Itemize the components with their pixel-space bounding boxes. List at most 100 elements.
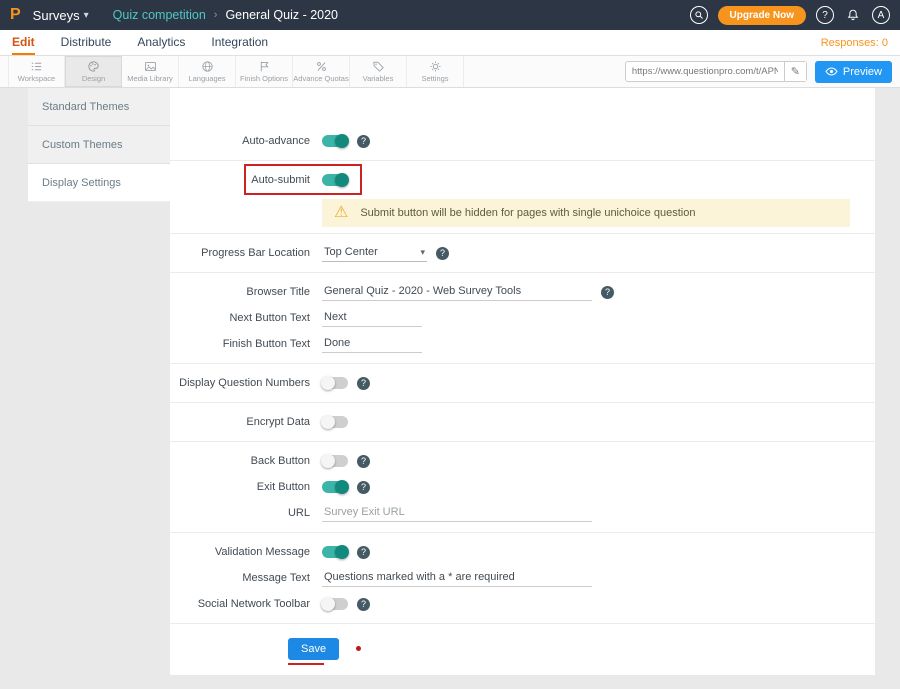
browser-title-input[interactable] <box>322 283 592 301</box>
encrypt-data-label: Encrypt Data <box>170 416 310 428</box>
next-button-text-row: Next Button Text <box>170 305 875 331</box>
avatar[interactable]: A <box>872 6 890 24</box>
divider <box>170 441 875 442</box>
toolbar-item-media-library[interactable]: Media Library <box>122 56 179 87</box>
breadcrumb-project[interactable]: Quiz competition <box>113 8 206 22</box>
tab-analytics[interactable]: Analytics <box>137 30 185 55</box>
sidebar-item-display-settings[interactable]: Display Settings <box>28 164 170 202</box>
toolbar-item-label: Advance Quotas <box>293 74 348 83</box>
edit-url-icon[interactable]: ✎ <box>784 62 806 81</box>
survey-url-input[interactable] <box>626 66 784 77</box>
toolbar-item-label: Workspace <box>18 74 55 83</box>
annotation-red-dot <box>356 646 361 651</box>
toggle-knob <box>321 454 335 468</box>
next-button-text-label: Next Button Text <box>170 312 310 324</box>
breadcrumb-current: General Quiz - 2020 <box>225 8 338 22</box>
social-network-toolbar-row: Social Network Toolbar ? <box>170 591 875 617</box>
search-icon[interactable] <box>690 6 708 24</box>
validation-message-toggle[interactable] <box>322 546 348 558</box>
toolbar-item-settings[interactable]: Settings <box>407 56 464 87</box>
surveys-dropdown[interactable]: Surveys ▾ <box>33 8 89 23</box>
toolbar-item-finish-options[interactable]: Finish Options <box>236 56 293 87</box>
toggle-knob <box>335 545 349 559</box>
toolbar-item-advance-quotas[interactable]: Advance Quotas <box>293 56 350 87</box>
sidebar-item-custom-themes[interactable]: Custom Themes <box>28 126 170 164</box>
tab-integration[interactable]: Integration <box>211 30 268 55</box>
divider <box>170 160 875 161</box>
help-icon[interactable]: ? <box>357 598 370 611</box>
tag-icon <box>372 60 385 73</box>
social-network-toolbar-label: Social Network Toolbar <box>170 598 310 610</box>
social-network-toolbar-toggle[interactable] <box>322 598 348 610</box>
palette-icon <box>87 60 100 73</box>
annotation-red-underline <box>288 663 324 665</box>
auto-submit-toggle[interactable] <box>322 174 348 186</box>
finish-button-text-row: Finish Button Text <box>170 331 875 357</box>
toolbar-item-label: Languages <box>188 74 225 83</box>
toolbar-item-workspace[interactable]: Workspace <box>8 56 65 87</box>
auto-advance-label: Auto-advance <box>170 135 310 147</box>
toggle-knob <box>335 134 349 148</box>
toolbar-item-label: Media Library <box>127 74 172 83</box>
workspace-icon <box>30 60 43 73</box>
flag-icon <box>258 60 271 73</box>
encrypt-data-toggle[interactable] <box>322 416 348 428</box>
browser-title-row: Browser Title ? <box>170 279 875 305</box>
warning-text: Submit button will be hidden for pages w… <box>360 207 695 219</box>
auto-advance-toggle[interactable] <box>322 135 348 147</box>
image-icon <box>144 60 157 73</box>
help-icon[interactable]: ? <box>357 481 370 494</box>
divider <box>170 623 875 624</box>
browser-title-label: Browser Title <box>170 286 310 298</box>
toolbar-item-languages[interactable]: Languages <box>179 56 236 87</box>
help-icon[interactable]: ? <box>357 455 370 468</box>
divider <box>170 402 875 403</box>
help-icon[interactable]: ? <box>816 6 834 24</box>
toolbar-right: ✎ Preview <box>625 56 892 87</box>
help-icon[interactable]: ? <box>601 286 614 299</box>
toolbar-item-variables[interactable]: Variables <box>350 56 407 87</box>
progress-bar-location-row: Progress Bar Location Top Center ▾ ? <box>170 240 875 266</box>
display-question-numbers-toggle[interactable] <box>322 377 348 389</box>
auto-submit-row: Auto-submit <box>170 167 875 193</box>
warning-icon: ⚠ <box>334 205 348 221</box>
help-icon[interactable]: ? <box>357 135 370 148</box>
upgrade-now-button[interactable]: Upgrade Now <box>718 6 806 25</box>
back-button-toggle[interactable] <box>322 455 348 467</box>
message-text-input[interactable] <box>322 569 592 587</box>
submit-warning-banner: ⚠ Submit button will be hidden for pages… <box>322 199 850 227</box>
finish-button-text-input[interactable] <box>322 335 422 353</box>
exit-button-toggle[interactable] <box>322 481 348 493</box>
tab-distribute[interactable]: Distribute <box>61 30 112 55</box>
toolbar-item-design[interactable]: Design <box>65 56 122 87</box>
divider <box>170 233 875 234</box>
design-toolbar: Workspace Design Media Library Languages… <box>0 56 900 88</box>
topbar-actions: Upgrade Now ? A <box>690 6 890 25</box>
auto-submit-label: Auto-submit <box>170 174 310 186</box>
help-icon[interactable]: ? <box>436 247 449 260</box>
save-row: Save <box>170 638 875 665</box>
surveys-label: Surveys <box>33 8 80 23</box>
content: Standard Themes Custom Themes Display Se… <box>0 88 900 683</box>
help-icon[interactable]: ? <box>357 377 370 390</box>
next-button-text-input[interactable] <box>322 309 422 327</box>
preview-button[interactable]: Preview <box>815 61 892 83</box>
main-tabbar: Edit Distribute Analytics Integration Re… <box>0 30 900 56</box>
tab-edit[interactable]: Edit <box>12 30 35 55</box>
finish-button-text-label: Finish Button Text <box>170 338 310 350</box>
divider <box>170 363 875 364</box>
progress-bar-location-select[interactable]: Top Center ▾ <box>322 244 427 262</box>
responses-count[interactable]: Responses: 0 <box>821 30 888 55</box>
toggle-knob <box>321 376 335 390</box>
divider <box>170 532 875 533</box>
back-button-label: Back Button <box>170 455 310 467</box>
globe-icon <box>201 60 214 73</box>
display-question-numbers-label: Display Question Numbers <box>170 377 310 389</box>
chevron-down-icon: ▾ <box>84 10 89 21</box>
bell-icon[interactable] <box>844 6 862 24</box>
exit-url-input[interactable] <box>322 504 592 522</box>
selected-value: Top Center <box>324 246 378 258</box>
sidebar-item-standard-themes[interactable]: Standard Themes <box>28 88 170 126</box>
help-icon[interactable]: ? <box>357 546 370 559</box>
save-button[interactable]: Save <box>288 638 339 660</box>
